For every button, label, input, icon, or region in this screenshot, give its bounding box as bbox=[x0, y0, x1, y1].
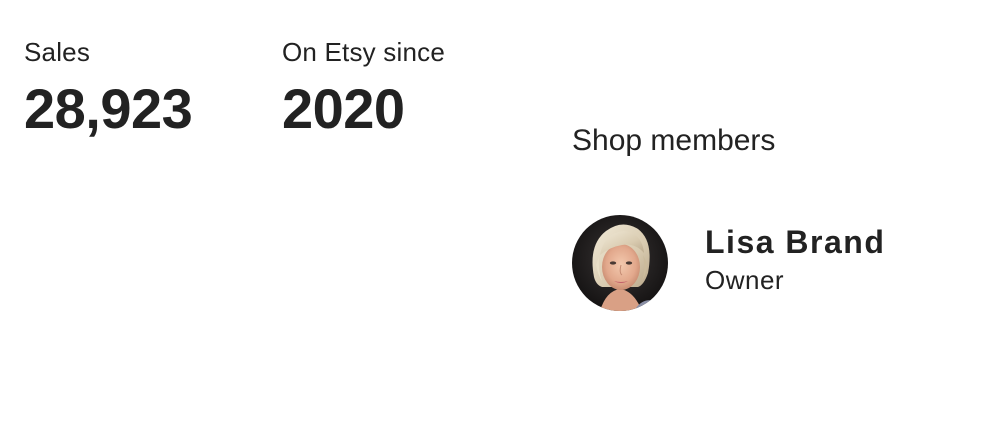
sales-count: 28,923 bbox=[24, 77, 193, 140]
member-photo-icon bbox=[572, 215, 668, 311]
member-role: Owner bbox=[705, 265, 785, 295]
sales-label: Sales bbox=[24, 37, 91, 67]
shop-member-card[interactable]: Lisa Brand Owner bbox=[572, 215, 885, 311]
member-name[interactable]: Lisa Brand bbox=[705, 223, 885, 261]
member-avatar[interactable] bbox=[572, 215, 668, 311]
on-etsy-since-stat: On Etsy since 2020 bbox=[282, 36, 445, 140]
on-etsy-since-label: On Etsy since bbox=[282, 37, 445, 67]
on-etsy-since-year: 2020 bbox=[282, 77, 405, 140]
sales-stat: Sales 28,923 bbox=[24, 36, 193, 140]
member-info: Lisa Brand Owner bbox=[705, 223, 885, 297]
shop-members-heading: Shop members bbox=[572, 124, 776, 157]
